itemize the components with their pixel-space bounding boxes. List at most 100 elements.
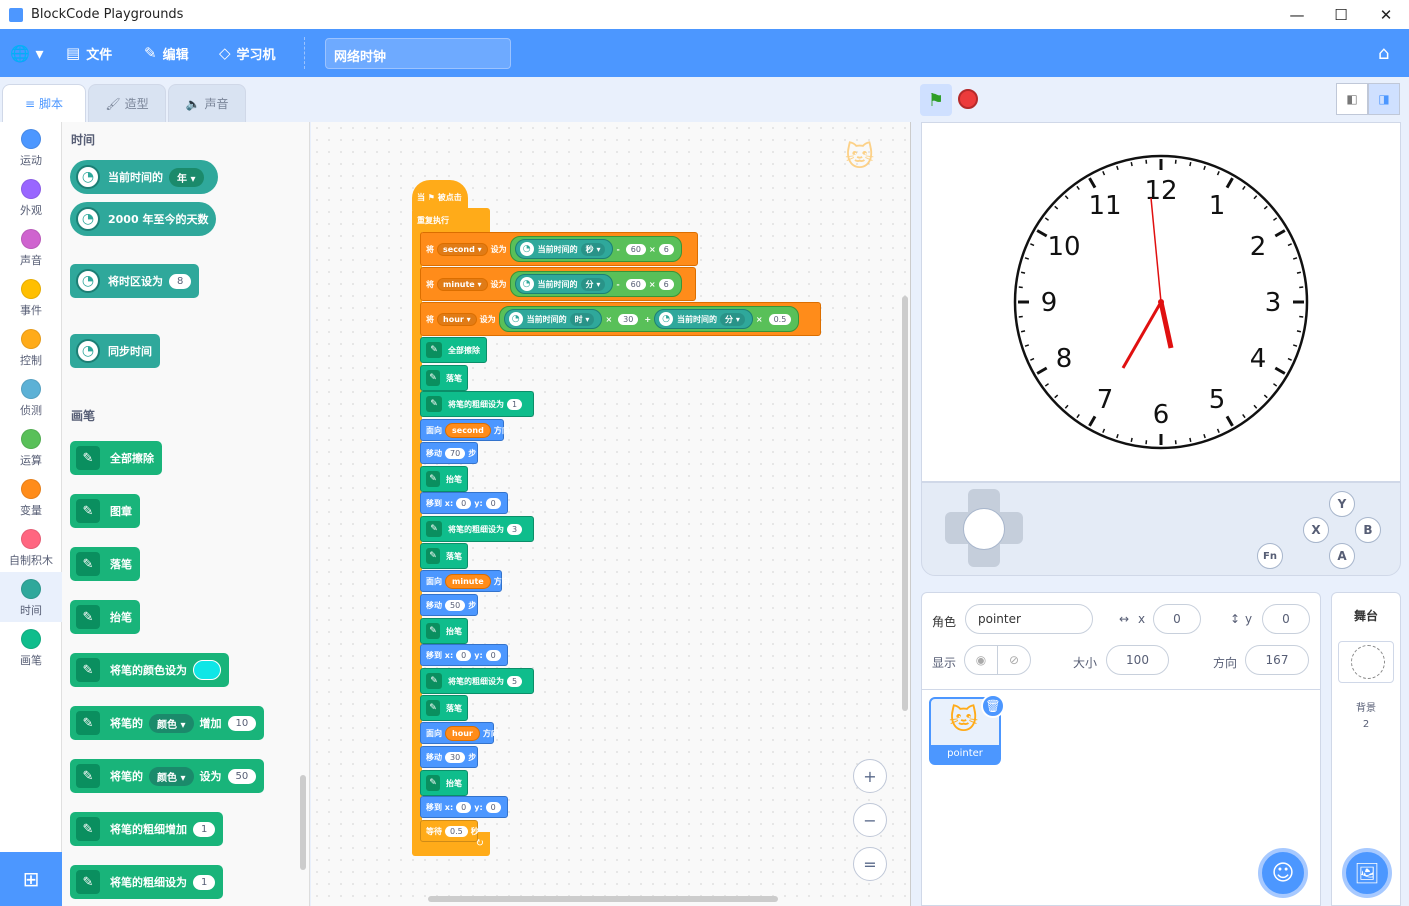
change-value-input[interactable]: 10 bbox=[227, 715, 257, 731]
number-input[interactable]: 60 bbox=[625, 243, 646, 255]
category-5[interactable]: 侦测 bbox=[0, 372, 62, 422]
current-time-reporter[interactable]: ◔ 当前时间的分 ▾ bbox=[514, 274, 614, 294]
operator-block[interactable]: ◔ 当前时间的时 ▾ × 30 + ◔ 当前时间的分 ▾ × 0.5 bbox=[498, 306, 800, 332]
goto-xy-block[interactable]: 移到 x: 0 y: 0 bbox=[420, 796, 508, 818]
gamepad-fn-button[interactable]: Fn bbox=[1257, 543, 1283, 569]
variable-dropdown[interactable]: second ▾ bbox=[437, 242, 488, 256]
sprite-name-input[interactable]: pointer bbox=[965, 604, 1093, 634]
number-input[interactable]: 0 bbox=[485, 497, 501, 509]
move-steps-block[interactable]: 移动 70 步 bbox=[420, 442, 478, 464]
pen-down-block[interactable]: ✎ 落笔 bbox=[420, 543, 468, 569]
current-time-reporter[interactable]: ◔ 当前时间的分 ▾ bbox=[654, 309, 753, 329]
category-3[interactable]: 事件 bbox=[0, 272, 62, 322]
workspace-scrollbar-horizontal[interactable] bbox=[428, 896, 778, 902]
block-pen-clear[interactable]: ✎ 全部擦除 bbox=[70, 441, 162, 475]
timezone-input[interactable]: 8 bbox=[169, 273, 192, 289]
large-stage-button[interactable]: ◨ bbox=[1368, 83, 1400, 115]
project-title-input[interactable]: 网络时钟 bbox=[325, 38, 511, 69]
number-input[interactable]: 30 bbox=[618, 313, 639, 325]
file-menu[interactable]: ▤ 文件 bbox=[66, 29, 112, 77]
pen-down-block[interactable]: ✎ 落笔 bbox=[420, 695, 468, 721]
color-swatch[interactable] bbox=[193, 660, 221, 680]
show-visible-button[interactable]: ◉ bbox=[964, 645, 998, 675]
add-sprite-button[interactable]: ☺ bbox=[1258, 848, 1308, 898]
workspace-scrollbar-vertical[interactable] bbox=[902, 296, 908, 711]
green-flag-button[interactable]: ⚑ bbox=[920, 84, 952, 116]
set-pen-size-block[interactable]: ✎ 将笔的粗细设为 1 bbox=[420, 391, 534, 417]
move-steps-block[interactable]: 移动 50 步 bbox=[420, 594, 478, 616]
pen-param-dropdown[interactable]: 颜色 ▾ bbox=[149, 713, 194, 733]
set-pen-size-block[interactable]: ✎ 将笔的粗细设为 5 bbox=[420, 668, 534, 694]
add-extension-button[interactable]: ⊞ bbox=[0, 852, 62, 906]
pen-clear-block[interactable]: ✎ 全部擦除 bbox=[420, 337, 487, 363]
category-4[interactable]: 控制 bbox=[0, 322, 62, 372]
number-input[interactable]: 3 bbox=[507, 523, 523, 535]
operator-block[interactable]: ◔ 当前时间的秒 ▾ -60 × 6 bbox=[509, 236, 682, 262]
block-set-pen-size[interactable]: ✎ 将笔的粗细设为 1 bbox=[70, 865, 224, 899]
category-1[interactable]: 外观 bbox=[0, 172, 62, 222]
gamepad-y-button[interactable]: Y bbox=[1329, 491, 1355, 517]
category-6[interactable]: 运算 bbox=[0, 422, 62, 472]
pen-up-block[interactable]: ✎ 抬笔 bbox=[420, 466, 468, 492]
joystick-knob[interactable] bbox=[963, 508, 1005, 550]
category-10[interactable]: 画笔 bbox=[0, 622, 62, 672]
show-hidden-button[interactable]: ⊘ bbox=[997, 645, 1031, 675]
variable-reporter[interactable]: hour bbox=[445, 725, 480, 741]
pen-up-block[interactable]: ✎ 抬笔 bbox=[420, 770, 468, 796]
maximize-button[interactable]: ☐ bbox=[1318, 0, 1364, 29]
stage[interactable]: 12 1 2 3 4 5 6 7 8 9 10 11 bbox=[921, 122, 1401, 482]
number-input[interactable]: 0 bbox=[485, 801, 501, 813]
category-9[interactable]: 时间 bbox=[0, 572, 62, 622]
size-input[interactable]: 100 bbox=[1106, 645, 1169, 675]
variable-reporter[interactable]: minute bbox=[445, 573, 491, 589]
category-7[interactable]: 变量 bbox=[0, 472, 62, 522]
time-unit-dropdown[interactable]: 分 ▾ bbox=[720, 312, 745, 326]
tab-sounds[interactable]: 🔈 声音 bbox=[168, 84, 246, 122]
language-menu[interactable]: 🌐 ▾ bbox=[10, 29, 44, 77]
variable-dropdown[interactable]: minute ▾ bbox=[437, 277, 488, 291]
set-second-block[interactable]: 将 second ▾ 设为 ◔ 当前时间的秒 ▾ -60 × 6 bbox=[420, 232, 698, 266]
close-button[interactable]: ✕ bbox=[1363, 0, 1409, 29]
move-steps-block[interactable]: 移动 30 步 bbox=[420, 746, 478, 768]
point-direction-block[interactable]: 面向 minute 方向 bbox=[420, 570, 510, 592]
time-unit-dropdown[interactable]: 年 ▾ bbox=[169, 167, 204, 187]
number-input[interactable]: 50 bbox=[445, 599, 466, 611]
zoom-out-button[interactable]: − bbox=[853, 803, 887, 837]
stage-thumbnail[interactable] bbox=[1338, 641, 1394, 683]
stop-button[interactable] bbox=[958, 89, 978, 109]
wait-block[interactable]: 等待 0.5 秒 bbox=[420, 820, 479, 842]
block-pen-down[interactable]: ✎ 落笔 bbox=[70, 547, 140, 581]
size-change-input[interactable]: 1 bbox=[193, 821, 216, 837]
set-value-input[interactable]: 50 bbox=[227, 768, 257, 784]
number-input[interactable]: 6 bbox=[658, 278, 674, 290]
gamepad-b-button[interactable]: B bbox=[1355, 517, 1381, 543]
direction-input[interactable]: 167 bbox=[1245, 645, 1309, 675]
pen-down-block[interactable]: ✎ 落笔 bbox=[420, 365, 468, 391]
home-icon[interactable]: ⌂ bbox=[1378, 43, 1400, 64]
learn-menu[interactable]: ◇ 学习机 bbox=[219, 29, 276, 77]
point-direction-block[interactable]: 面向 second 方向 bbox=[420, 419, 510, 441]
current-time-reporter[interactable]: ◔ 当前时间的时 ▾ bbox=[503, 309, 603, 329]
category-8[interactable]: 自制积木 bbox=[0, 522, 62, 572]
set-hour-block[interactable]: 将 hour ▾ 设为 ◔ 当前时间的时 ▾ × 30 + ◔ 当前时间的分 ▾ × 0.5 bbox=[420, 302, 821, 336]
number-input[interactable]: 5 bbox=[507, 675, 523, 687]
goto-xy-block[interactable]: 移到 x: 0 y: 0 bbox=[420, 644, 508, 666]
variable-reporter[interactable]: second bbox=[445, 422, 491, 438]
set-pen-size-block[interactable]: ✎ 将笔的粗细设为 3 bbox=[420, 516, 534, 542]
number-input[interactable]: 0 bbox=[456, 497, 472, 509]
number-input[interactable]: 0 bbox=[485, 649, 501, 661]
palette-scrollbar[interactable] bbox=[300, 775, 306, 870]
delete-sprite-button[interactable]: 🗑 bbox=[981, 694, 1005, 718]
block-set-timezone[interactable]: ◔ 将时区设为 8 bbox=[70, 264, 200, 298]
number-input[interactable]: 70 bbox=[445, 447, 466, 459]
pen-up-block[interactable]: ✎ 抬笔 bbox=[420, 618, 468, 644]
when-flag-clicked-block[interactable]: 当 ⚑ 被点击 bbox=[412, 180, 468, 210]
point-direction-block[interactable]: 面向 hour 方向 bbox=[420, 722, 499, 744]
block-pen-up[interactable]: ✎ 抬笔 bbox=[70, 600, 140, 634]
category-2[interactable]: 声音 bbox=[0, 222, 62, 272]
small-stage-button[interactable]: ◧ bbox=[1336, 83, 1368, 115]
number-input[interactable]: 1 bbox=[507, 398, 523, 410]
number-input[interactable]: 0 bbox=[456, 801, 472, 813]
number-input[interactable]: 30 bbox=[445, 751, 466, 763]
pen-param-dropdown[interactable]: 颜色 ▾ bbox=[149, 766, 194, 786]
